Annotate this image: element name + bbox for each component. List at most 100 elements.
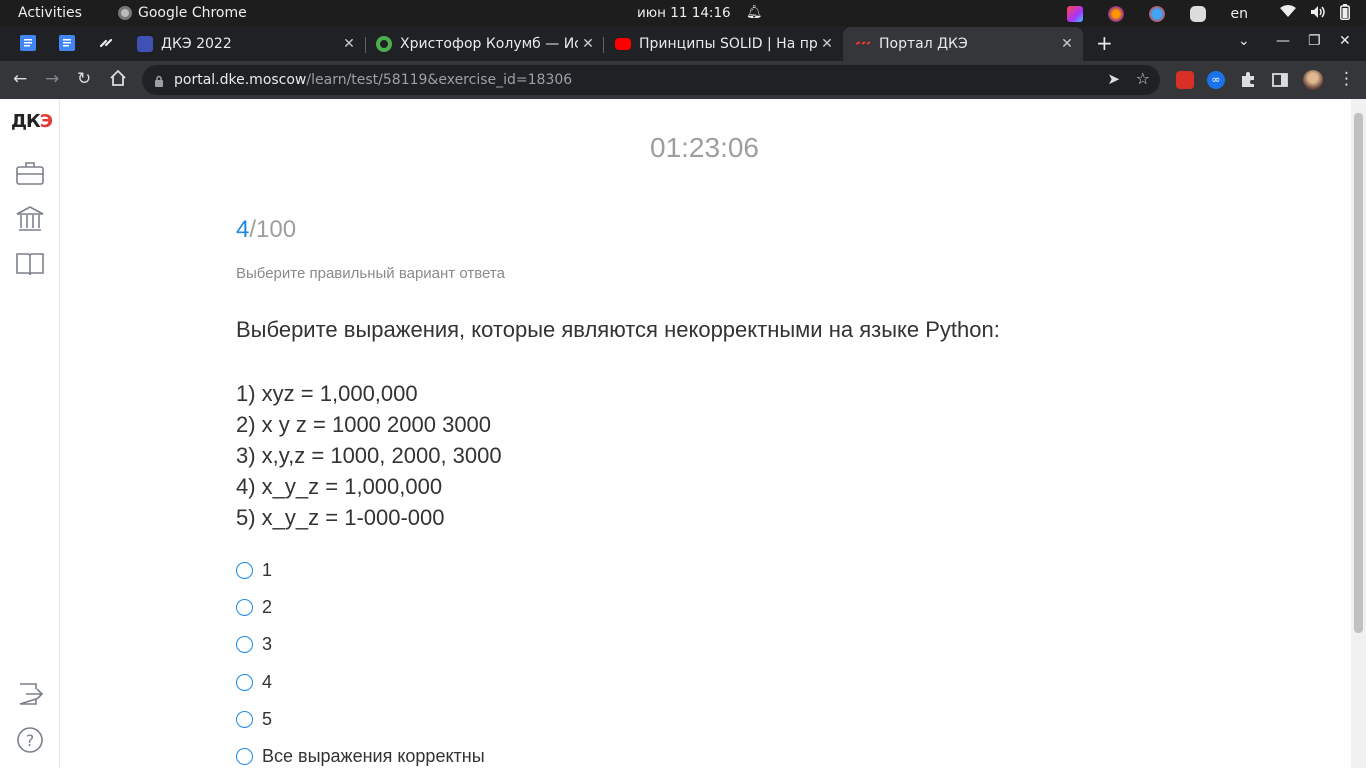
home-icon[interactable] bbox=[109, 69, 127, 92]
tab-dke-portal[interactable]: Портал ДКЭ ✕ bbox=[843, 27, 1083, 61]
institution-icon[interactable] bbox=[16, 206, 44, 232]
activities-button[interactable]: Activities bbox=[18, 5, 82, 21]
close-window-button[interactable]: ✕ bbox=[1339, 33, 1351, 49]
expression-list: 1) xyz = 1,000,000 2) x y z = 1000 2000 … bbox=[236, 378, 502, 533]
expression-item: 5) x_y_z = 1-000-000 bbox=[236, 502, 502, 533]
pinned-tab-docs-2[interactable] bbox=[59, 35, 75, 51]
url-host: portal.dke.moscow bbox=[174, 72, 306, 88]
app-name: Google Chrome bbox=[138, 5, 247, 21]
system-tray: en bbox=[1067, 0, 1366, 27]
help-icon[interactable]: ? bbox=[16, 726, 44, 752]
answer-option[interactable]: 5 bbox=[236, 701, 485, 738]
side-panel-icon[interactable] bbox=[1271, 71, 1289, 89]
dke-logo[interactable]: ДКЭ bbox=[11, 111, 52, 132]
clock[interactable]: июн 11 14:16 bbox=[637, 5, 731, 21]
answer-option[interactable]: Все выражения корректны bbox=[236, 738, 485, 775]
scrollbar-thumb[interactable] bbox=[1354, 113, 1363, 633]
tab-strip: ДКЭ 2022 ✕ Христофор Колумб — Ис ✕ Принц… bbox=[0, 27, 1366, 61]
minimize-button[interactable]: — bbox=[1276, 33, 1290, 49]
url-text[interactable]: portal.dke.moscow/learn/test/58119&exerc… bbox=[174, 72, 572, 88]
answer-option[interactable]: 2 bbox=[236, 589, 485, 626]
radio-button[interactable] bbox=[236, 674, 253, 691]
test-timer: 01:23:06 bbox=[650, 132, 759, 164]
chrome-menu-icon[interactable]: ⋮ bbox=[1338, 69, 1355, 89]
keyboard-layout-indicator[interactable]: en bbox=[1231, 6, 1249, 22]
lock-icon[interactable] bbox=[154, 72, 164, 84]
page-scrollbar[interactable] bbox=[1351, 99, 1366, 768]
chrome-icon bbox=[118, 6, 132, 20]
logo-text: ДК bbox=[11, 111, 40, 132]
dke-favicon bbox=[137, 36, 153, 52]
close-tab-icon[interactable]: ✕ bbox=[578, 36, 598, 52]
option-label: 5 bbox=[262, 709, 272, 730]
radio-button[interactable] bbox=[236, 599, 253, 616]
browser-toolbar: ← → ↻ portal.dke.moscow/learn/test/58119… bbox=[0, 61, 1366, 99]
svg-text:?: ? bbox=[26, 731, 35, 750]
tab-title: ДКЭ 2022 bbox=[161, 36, 339, 52]
browser-indicator-icon[interactable] bbox=[1149, 6, 1165, 22]
pinned-tab-link-icon[interactable] bbox=[98, 35, 114, 51]
close-tab-icon[interactable]: ✕ bbox=[1057, 36, 1077, 52]
answer-option[interactable]: 3 bbox=[236, 626, 485, 663]
firefox-indicator-icon[interactable] bbox=[1108, 6, 1124, 22]
forward-arrow-icon[interactable]: → bbox=[45, 69, 59, 89]
answer-options: 1 2 3 4 5 Все выражения корректны bbox=[236, 552, 485, 775]
option-label: 1 bbox=[262, 560, 272, 581]
tab-title: Христофор Колумб — Ис bbox=[400, 36, 578, 52]
app-menu[interactable]: Google Chrome bbox=[118, 5, 247, 21]
app-indicator-icon[interactable] bbox=[1067, 6, 1083, 22]
maximize-button[interactable]: ❐ bbox=[1308, 33, 1321, 49]
sidebar: ДКЭ ? bbox=[0, 99, 60, 768]
close-tab-icon[interactable]: ✕ bbox=[817, 36, 837, 52]
reload-icon[interactable]: ↻ bbox=[77, 69, 91, 89]
battery-icon[interactable] bbox=[1340, 4, 1350, 24]
expression-item: 3) x,y,z = 1000, 2000, 3000 bbox=[236, 440, 502, 471]
gmail-extension-icon[interactable] bbox=[1176, 71, 1194, 89]
close-tab-icon[interactable]: ✕ bbox=[339, 36, 359, 52]
current-question-number: 4 bbox=[236, 216, 249, 243]
bookmark-star-icon[interactable]: ☆ bbox=[1136, 69, 1150, 88]
option-label: 3 bbox=[262, 634, 272, 655]
back-arrow-icon[interactable]: ← bbox=[13, 69, 27, 89]
question-counter: 4/100 bbox=[236, 216, 296, 244]
infinity-extension-icon[interactable]: ∞ bbox=[1207, 71, 1225, 89]
tab-dke-2022[interactable]: ДКЭ 2022 ✕ bbox=[125, 27, 365, 61]
total-questions: /100 bbox=[249, 216, 296, 243]
answer-instruction: Выберите правильный вариант ответа bbox=[236, 265, 505, 282]
volume-icon[interactable] bbox=[1310, 5, 1326, 23]
tab-title: Принципы SOLID | На пр bbox=[639, 36, 817, 52]
radio-button[interactable] bbox=[236, 711, 253, 728]
youtube-favicon bbox=[615, 38, 631, 50]
tab-search-chevron-icon[interactable]: ⌄ bbox=[1238, 33, 1250, 49]
profile-avatar[interactable] bbox=[1303, 70, 1323, 90]
briefcase-icon[interactable] bbox=[16, 160, 44, 186]
tab-columbus[interactable]: Христофор Колумб — Ис ✕ bbox=[364, 27, 604, 61]
question-text: Выберите выражения, которые являются нек… bbox=[236, 317, 1000, 343]
expression-item: 1) xyz = 1,000,000 bbox=[236, 378, 502, 409]
address-bar[interactable]: portal.dke.moscow/learn/test/58119&exerc… bbox=[142, 65, 1160, 95]
extensions-puzzle-icon[interactable] bbox=[1239, 71, 1257, 89]
dke-portal-favicon bbox=[855, 36, 871, 52]
pinned-tab-docs-1[interactable] bbox=[20, 35, 36, 51]
expression-item: 2) x y z = 1000 2000 3000 bbox=[236, 409, 502, 440]
wifi-icon[interactable] bbox=[1280, 5, 1296, 22]
answer-option[interactable]: 1 bbox=[236, 552, 485, 589]
send-tab-icon[interactable]: ➤ bbox=[1107, 70, 1120, 88]
alarm-bell-icon: 🔔︎ bbox=[746, 5, 763, 20]
option-label: 2 bbox=[262, 597, 272, 618]
option-label: 4 bbox=[262, 672, 272, 693]
new-tab-button[interactable]: + bbox=[1096, 31, 1113, 55]
discord-icon[interactable] bbox=[1190, 6, 1206, 22]
green-circle-favicon bbox=[376, 36, 392, 52]
tab-solid-youtube[interactable]: Принципы SOLID | На пр ✕ bbox=[603, 27, 843, 61]
logout-icon[interactable] bbox=[16, 681, 44, 707]
radio-button[interactable] bbox=[236, 562, 253, 579]
expression-item: 4) x_y_z = 1,000,000 bbox=[236, 471, 502, 502]
book-icon[interactable] bbox=[16, 251, 44, 277]
option-label: Все выражения корректны bbox=[262, 746, 485, 767]
page-content: ДКЭ ? 01:23:06 4/100 Выберите правильный… bbox=[0, 99, 1366, 768]
radio-button[interactable] bbox=[236, 636, 253, 653]
answer-option[interactable]: 4 bbox=[236, 664, 485, 701]
logo-accent: Э bbox=[40, 111, 52, 132]
radio-button[interactable] bbox=[236, 748, 253, 765]
